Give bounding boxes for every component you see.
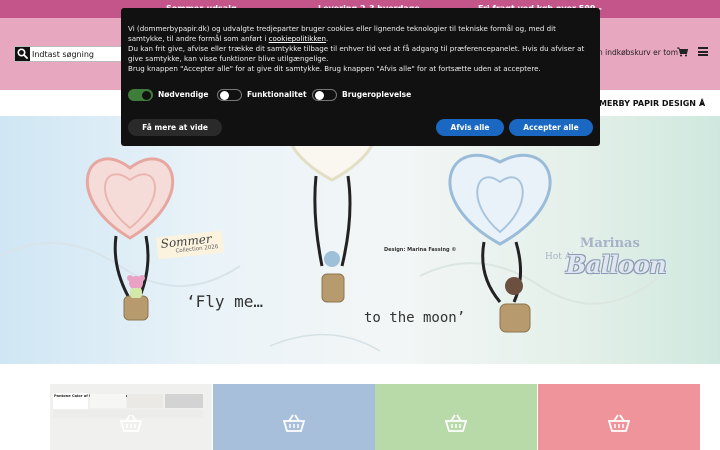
cookie-consent-dialog: Vi (dommerbypapir.dk) og udvalgte tredje… xyxy=(121,8,600,146)
color-swatch xyxy=(90,394,126,408)
reject-all-button[interactable]: Afvis alle xyxy=(436,119,504,136)
page: Sommer-udsalg Levering 2-3 hverdage Fri … xyxy=(0,0,720,450)
cart-status-text[interactable]: n indkøbskurv er tom xyxy=(598,48,678,57)
necessary-toggle[interactable] xyxy=(128,89,153,101)
cookie-line-1: Vi (dommerbypapir.dk) og udvalgte tredje… xyxy=(128,24,556,43)
cookie-line-1-end: . xyxy=(326,34,329,43)
hero-banner[interactable]: Sommer Collection 2026 Design: Marina Fa… xyxy=(0,116,720,364)
blue-tile[interactable] xyxy=(213,384,375,450)
design-credit: Design: Marina Fassing © xyxy=(384,247,457,253)
toggle-knob xyxy=(315,91,324,100)
search-icon xyxy=(17,48,28,59)
brand-marinas: Marinas xyxy=(580,236,640,251)
cookie-line-3: Brug knappen "Accepter alle" for at give… xyxy=(128,64,541,73)
learn-more-button[interactable]: Få mere at vide xyxy=(128,119,222,136)
nav-item-partial[interactable]: Å xyxy=(699,99,705,108)
user-experience-toggle[interactable] xyxy=(312,89,337,101)
toggle-label: Brugeroplevelse xyxy=(342,90,412,99)
basket-icon xyxy=(608,414,630,432)
cart-icon[interactable] xyxy=(677,47,688,57)
toggle-label: Funktionalitet xyxy=(247,90,307,99)
nav-item-label: MMERBY PAPIR DESIGN xyxy=(591,99,696,108)
cookie-notice-text: Vi (dommerbypapir.dk) og udvalgte tredje… xyxy=(128,24,594,74)
fly-me-text: ‘Fly me… xyxy=(186,292,264,311)
pink-tile[interactable] xyxy=(538,384,700,450)
cookie-line-2: Du kan frit give, afvise eller trække di… xyxy=(128,44,585,63)
accept-all-button[interactable]: Accepter alle xyxy=(509,119,593,136)
brand-balloon: Balloon xyxy=(566,250,667,279)
color-swatch xyxy=(127,394,163,408)
to-the-moon-text: to the moon’ xyxy=(364,310,466,326)
basket-icon xyxy=(120,414,142,432)
functionality-toggle[interactable] xyxy=(217,89,242,101)
toggle-knob xyxy=(142,91,151,100)
search-input[interactable] xyxy=(31,47,125,61)
basket-icon xyxy=(445,414,467,432)
cookie-policy-link[interactable]: cookiepolitikken xyxy=(269,34,326,43)
green-tile[interactable] xyxy=(375,384,537,450)
blue-heart-balloon xyxy=(448,154,552,333)
nav-item-dommerby-papir-design[interactable]: MMERBY PAPIR DESIGN ▾ xyxy=(591,99,704,108)
basket-icon xyxy=(283,414,305,432)
toggle-label: Nødvendige xyxy=(158,90,209,99)
pantone-card: Pantone Color of the Year 2026 Cloud Dan… xyxy=(53,393,145,409)
hamburger-menu-icon[interactable] xyxy=(698,47,708,56)
search-button[interactable] xyxy=(15,47,30,61)
toggle-knob xyxy=(220,91,229,100)
search-box xyxy=(14,46,126,62)
white-heart-balloon xyxy=(287,121,377,303)
pantone-tile[interactable]: Pantone Color of the Year 2026 Cloud Dan… xyxy=(50,384,212,450)
category-tiles: Pantone Color of the Year 2026 Cloud Dan… xyxy=(50,384,700,450)
color-swatch xyxy=(165,394,203,408)
